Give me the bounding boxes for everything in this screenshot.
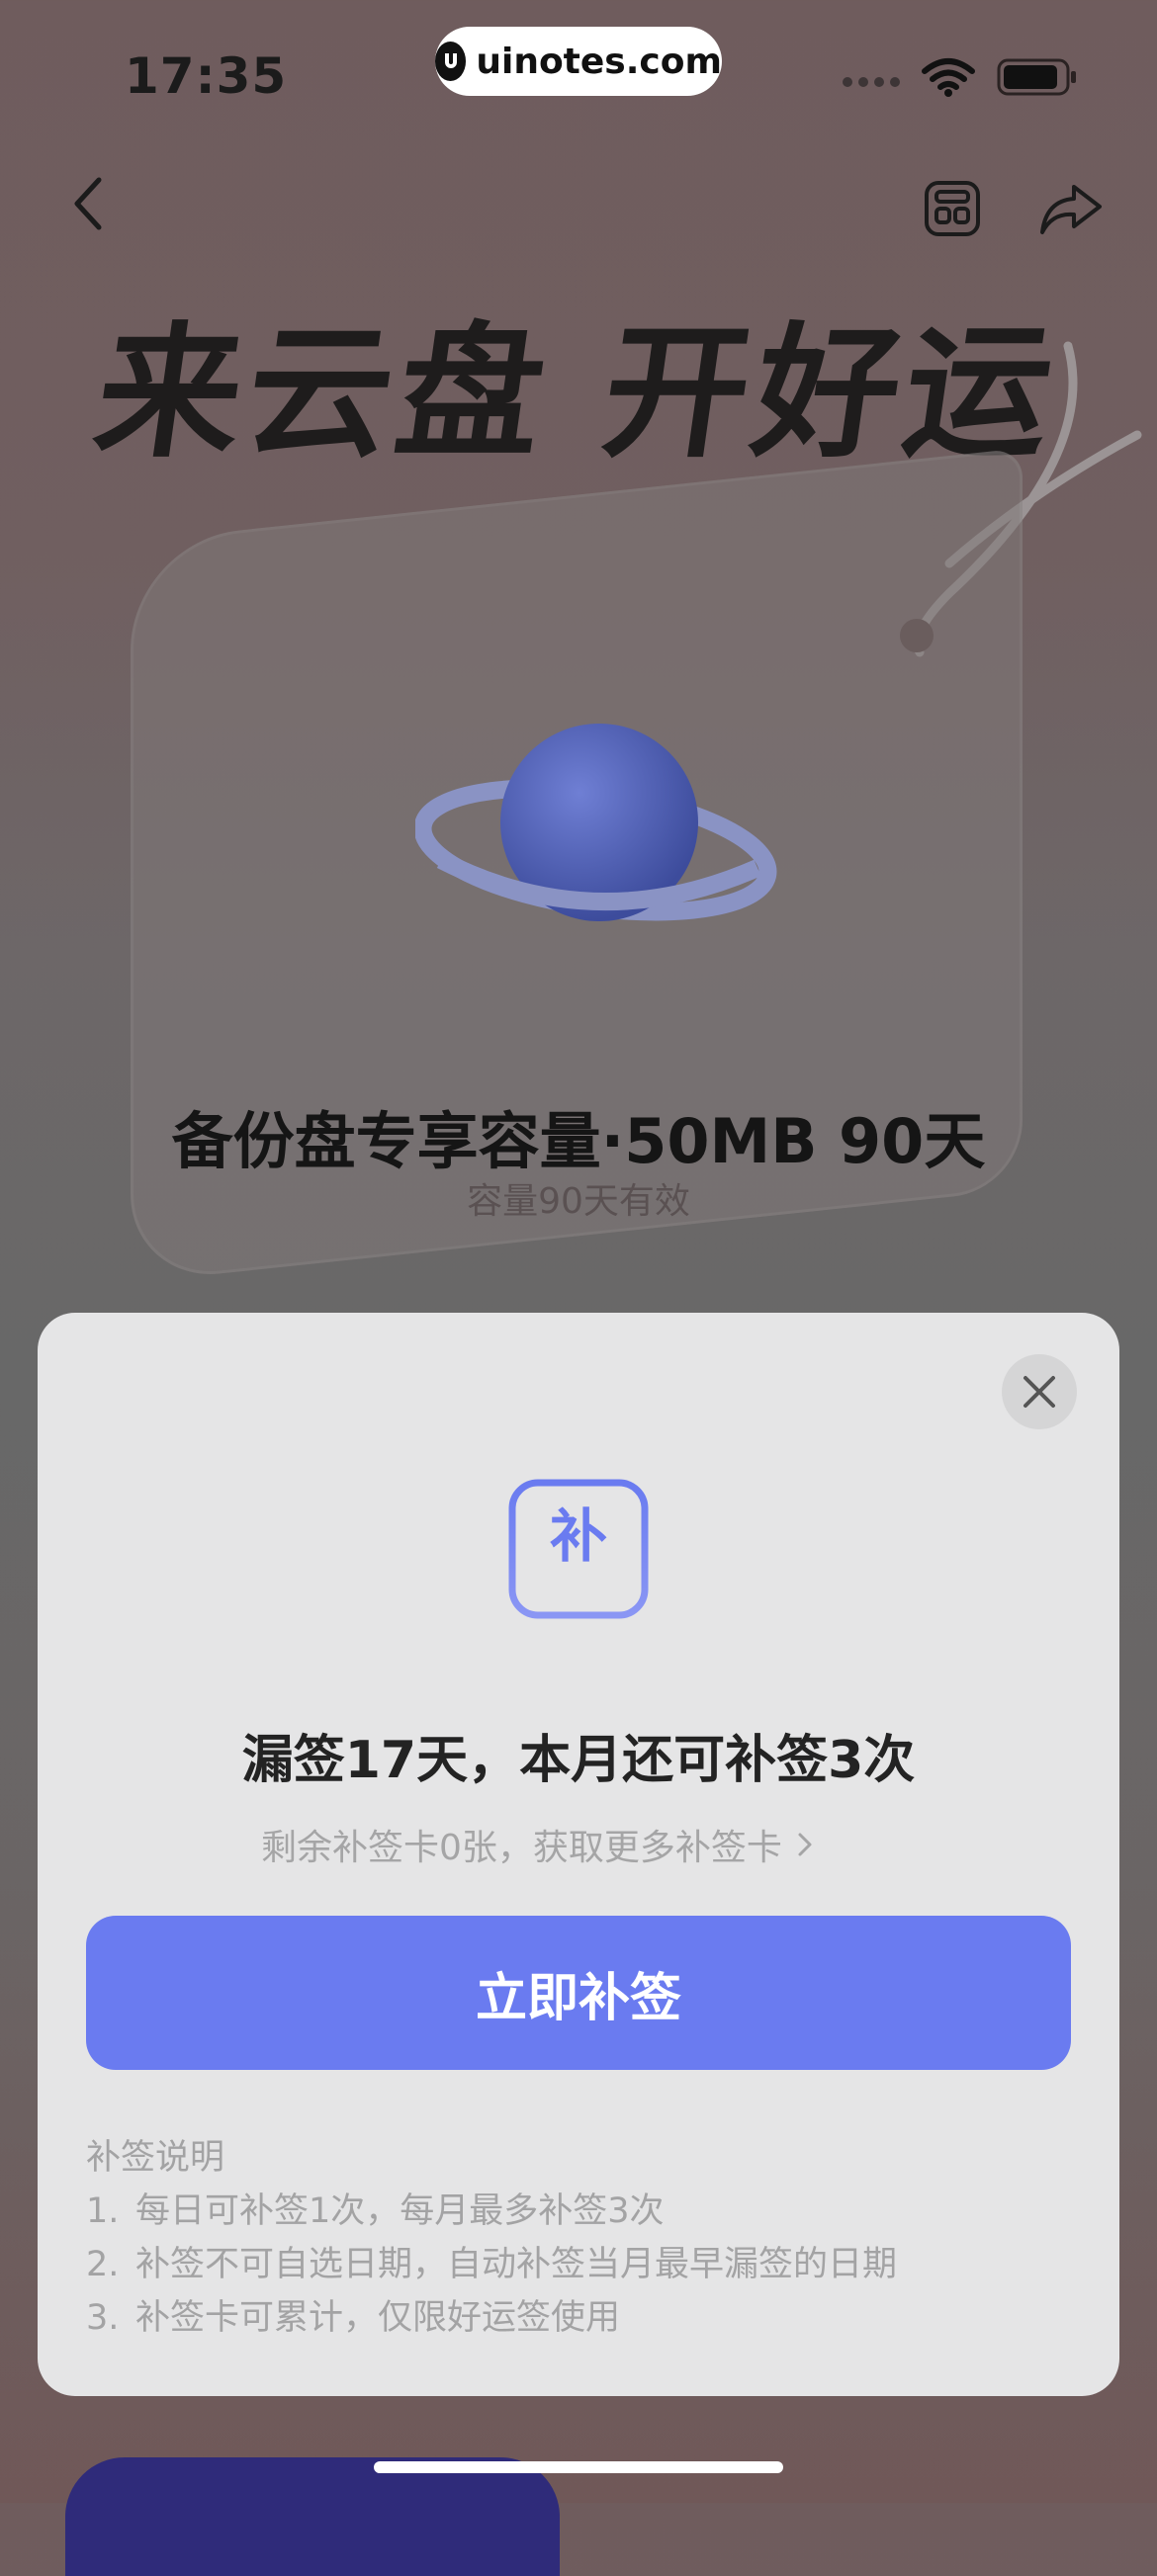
rules-section: 补签说明 1. 每日可补签1次，每月最多补签3次 2. 补签不可自选日期，自动补… <box>86 2131 897 2345</box>
rule-item: 1. 每日可补签1次，每月最多补签3次 <box>86 2185 897 2238</box>
rule-text: 补签不可自选日期，自动补签当月最早漏签的日期 <box>135 2245 898 2284</box>
card-subtitle: 容量90天有效 <box>467 1181 690 1222</box>
close-button[interactable] <box>1002 1354 1077 1429</box>
back-icon <box>74 177 102 230</box>
status-time: 17:35 <box>125 47 288 105</box>
close-icon <box>1024 1376 1055 1408</box>
watermark-badge: uinotes.com <box>435 27 722 96</box>
calendar-icon <box>925 181 980 236</box>
wifi-icon <box>922 58 975 97</box>
watermark-logo-icon <box>435 42 467 81</box>
rule-text: 补签卡可累计，仅限好运签使用 <box>135 2298 621 2338</box>
rule-number: 3. <box>86 2298 120 2338</box>
back-button[interactable] <box>59 174 119 233</box>
card-hole <box>900 619 934 652</box>
rule-text: 每日可补签1次，每月最多补签3次 <box>135 2191 665 2231</box>
makeup-sign-button[interactable]: 立即补签 <box>86 1916 1071 2070</box>
calendar-button[interactable] <box>922 178 983 239</box>
rule-item: 2. 补签不可自选日期，自动补签当月最早漏签的日期 <box>86 2238 897 2291</box>
cellular-signal-icon <box>843 77 900 87</box>
sheet-title: 漏签17天，本月还可补签3次 <box>241 1731 916 1790</box>
rule-number: 1. <box>86 2191 120 2231</box>
rules-title: 补签说明 <box>86 2138 225 2178</box>
chevron-right-icon <box>798 1833 812 1856</box>
home-indicator <box>374 2461 783 2473</box>
planet-icon <box>415 724 777 921</box>
rule-number: 2. <box>86 2245 120 2284</box>
get-more-cards-text: 剩余补签卡0张，获取更多补签卡 <box>261 1828 782 1868</box>
makeup-card-icon: 补 <box>508 1479 649 1623</box>
rule-item: 3. 补签卡可累计，仅限好运签使用 <box>86 2291 897 2345</box>
card-title: 备份盘专享容量·50MB 90天 <box>171 1105 986 1177</box>
get-more-cards-link[interactable]: 剩余补签卡0张，获取更多补签卡 <box>261 1819 814 1870</box>
share-icon <box>1040 185 1102 234</box>
battery-icon <box>997 58 1076 96</box>
watermark-text: uinotes.com <box>476 41 722 82</box>
bottom-card-peek <box>65 2457 560 2576</box>
makeup-card-char: 补 <box>550 1503 607 1570</box>
share-button[interactable] <box>1036 178 1106 239</box>
